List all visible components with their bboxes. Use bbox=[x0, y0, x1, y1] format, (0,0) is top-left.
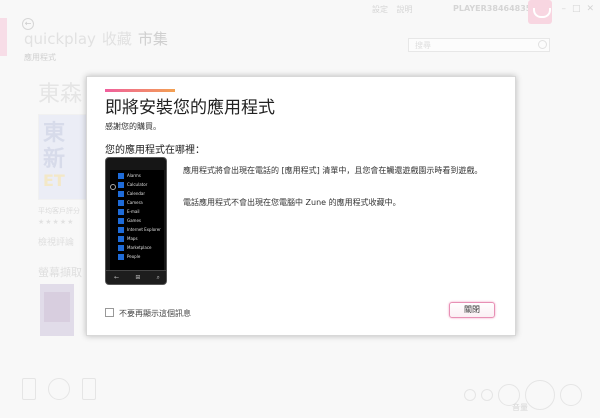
phone-app-item: Maps bbox=[118, 235, 162, 244]
search-icon: ⌕ bbox=[156, 273, 160, 281]
thanks-text: 感謝您的購買。 bbox=[105, 122, 161, 131]
app-tile-icon bbox=[118, 236, 124, 242]
phone-screen: Alarms Calculator Calendar Camera E-mail… bbox=[110, 170, 164, 270]
app-tile-icon bbox=[118, 227, 124, 233]
phone-app-item: Camera bbox=[118, 199, 162, 208]
back-arrow-icon: ← bbox=[114, 274, 120, 281]
app-tile-icon bbox=[118, 209, 124, 215]
description-app-list: 應用程式將會出現在電話的 [應用程式] 清單中，且您會在觸還遊戲園示時看到遊戲。 bbox=[183, 166, 483, 175]
windows-logo-icon: ⊞ bbox=[135, 274, 141, 281]
phone-app-item: E-mail bbox=[118, 208, 162, 217]
dont-show-checkbox[interactable] bbox=[105, 308, 114, 317]
accent-bar bbox=[105, 89, 175, 92]
dont-show-label[interactable]: 不要再顯示這個訊息 bbox=[119, 308, 191, 319]
phone-app-item: People bbox=[118, 253, 162, 262]
phone-nav-bar: ← ⊞ ⌕ bbox=[106, 270, 166, 284]
arrow-icon bbox=[110, 184, 116, 190]
app-tile-icon bbox=[118, 191, 124, 197]
app-tile-icon bbox=[118, 200, 124, 206]
where-label: 您的應用程式在哪裡： bbox=[105, 145, 205, 156]
phone-app-item: Internet Explorer bbox=[118, 226, 162, 235]
app-tile-icon bbox=[118, 218, 124, 224]
phone-app-item: Marketplace bbox=[118, 244, 162, 253]
phone-illustration: Alarms Calculator Calendar Camera E-mail… bbox=[105, 157, 167, 285]
phone-app-item: Calendar bbox=[118, 190, 162, 199]
phone-app-item: Calculator bbox=[118, 181, 162, 190]
description-collection: 電話應用程式不會出現在您電腦中 Zune 的應用程式收藏中。 bbox=[183, 198, 401, 207]
app-tile-icon bbox=[118, 245, 124, 251]
phone-app-item: Alarms bbox=[118, 172, 162, 181]
dialog-title: 即將安裝您的應用程式 bbox=[105, 98, 275, 118]
install-dialog: 即將安裝您的應用程式 感謝您的購買。 您的應用程式在哪裡： Alarms Cal… bbox=[86, 76, 516, 336]
phone-app-item: Games bbox=[118, 217, 162, 226]
close-button[interactable]: 關閉 bbox=[449, 302, 495, 318]
app-tile-icon bbox=[118, 182, 124, 188]
app-tile-icon bbox=[118, 254, 124, 260]
app-tile-icon bbox=[118, 173, 124, 179]
